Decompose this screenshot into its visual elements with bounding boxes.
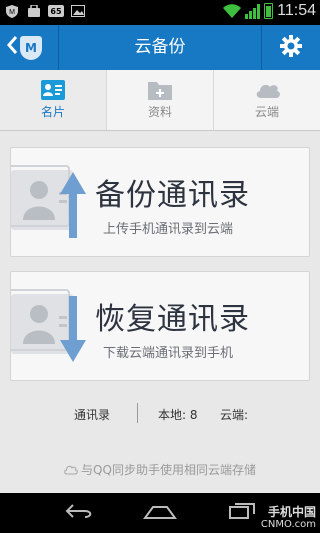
download-contact-icon bbox=[11, 286, 91, 366]
nav-recents-button[interactable] bbox=[222, 501, 262, 525]
count-badge: 65 bbox=[48, 5, 64, 17]
shield-notification-icon: M bbox=[4, 3, 20, 19]
nav-home-button[interactable] bbox=[140, 501, 180, 525]
app-logo: M bbox=[20, 35, 42, 60]
settings-button[interactable] bbox=[262, 25, 320, 70]
contacts-stats: 通讯录 本地: 8 云端: bbox=[0, 403, 320, 425]
stats-divider bbox=[137, 403, 138, 423]
folder-icon bbox=[148, 80, 172, 100]
tab-contacts[interactable]: 名片 bbox=[0, 70, 107, 130]
backup-title: 备份通讯录 bbox=[95, 178, 250, 213]
bag-notification-icon bbox=[26, 3, 42, 19]
home-icon bbox=[143, 504, 177, 523]
watermark-site: CNMO.com bbox=[260, 519, 316, 530]
restore-contacts-button[interactable]: 恢复通讯录 下载云端通讯录到手机 bbox=[10, 271, 310, 381]
nav-back-button[interactable] bbox=[60, 501, 100, 525]
contacts-label: 通讯录 bbox=[74, 408, 111, 422]
back-button[interactable]: M bbox=[0, 25, 58, 70]
svg-text:M: M bbox=[9, 9, 15, 16]
backup-subtitle: 上传手机通讯录到云端 bbox=[103, 222, 234, 237]
cloud-count: 云端: bbox=[220, 408, 249, 422]
contact-card-icon bbox=[41, 80, 65, 100]
back-arrow-icon bbox=[65, 503, 95, 523]
tab-cloud[interactable]: 云端 bbox=[214, 70, 320, 130]
tab-files[interactable]: 资料 bbox=[107, 70, 214, 130]
local-count: 本地: 8 bbox=[158, 408, 198, 422]
cloud-icon bbox=[255, 80, 280, 100]
tab-label: 名片 bbox=[40, 105, 65, 119]
small-cloud-icon bbox=[64, 464, 78, 478]
signal-icon bbox=[245, 3, 261, 19]
restore-subtitle: 下载云端通讯录到手机 bbox=[103, 346, 234, 361]
sync-note: 与QQ同步助手使用相同云端存储 bbox=[0, 461, 320, 478]
upload-contact-icon bbox=[11, 162, 91, 242]
tab-label: 云端 bbox=[254, 105, 279, 119]
chevron-left-icon bbox=[6, 25, 18, 70]
system-nav-bar: 手机中国 CNMO.com bbox=[0, 493, 320, 533]
battery-icon bbox=[264, 3, 274, 19]
system-status: 11:54 bbox=[223, 2, 316, 20]
title-bar: M 云备份 bbox=[0, 25, 320, 70]
page-title: 云备份 bbox=[134, 37, 186, 57]
wifi-icon bbox=[223, 4, 242, 18]
tab-bar: 名片 资料 云端 bbox=[0, 70, 320, 131]
sync-note-text: 与QQ同步助手使用相同云端存储 bbox=[81, 463, 256, 477]
status-bar: M 65 11:54 bbox=[0, 0, 320, 25]
tab-label: 资料 bbox=[147, 105, 172, 119]
restore-title: 恢复通讯录 bbox=[95, 302, 250, 337]
notification-icons: M 65 bbox=[4, 3, 86, 19]
watermark: 手机中国 CNMO.com bbox=[260, 505, 316, 530]
clock: 11:54 bbox=[277, 2, 316, 19]
backup-contacts-button[interactable]: 备份通讯录 上传手机通讯录到云端 bbox=[10, 147, 310, 257]
gear-icon bbox=[279, 34, 303, 62]
image-notification-icon bbox=[70, 3, 86, 19]
watermark-brand: 手机中国 bbox=[267, 505, 316, 519]
recents-icon bbox=[229, 503, 255, 523]
